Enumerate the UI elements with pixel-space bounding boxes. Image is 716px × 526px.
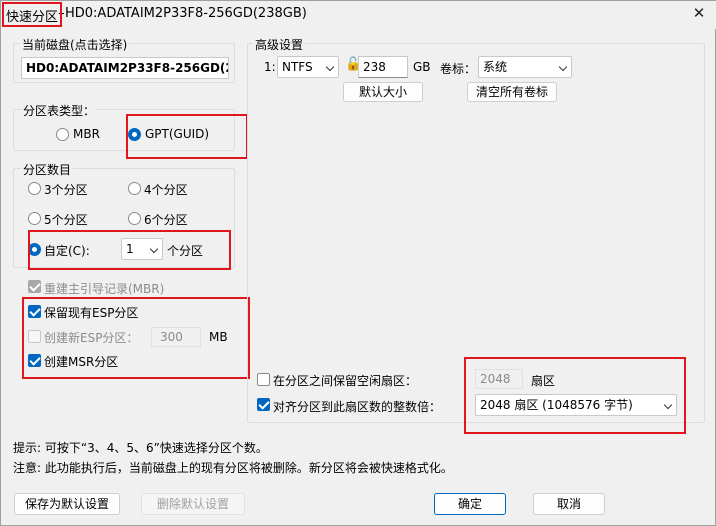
highlight-alignment-box bbox=[464, 357, 686, 434]
warning-line: 注意: 此功能执行后，当前磁盘上的现有分区将被删除。新分区将会被快速格式化。 bbox=[13, 461, 453, 475]
title-bar: 快速分区 HD0:ADATAIM2P33F8-256GD(238GB) ✕ bbox=[1, 1, 716, 29]
align-partitions-label: 对齐分区到此扇区数的整数倍： bbox=[273, 400, 442, 414]
three-partitions-radio[interactable] bbox=[28, 182, 41, 195]
reserve-free-sectors-label: 在分区之间保留空闲扇区： bbox=[273, 374, 418, 388]
highlight-options-box bbox=[22, 297, 250, 379]
volume-label-caption: 卷标： bbox=[440, 62, 477, 76]
delete-default-button[interactable]: 删除默认设置 bbox=[141, 493, 245, 515]
save-default-button[interactable]: 保存为默认设置 bbox=[14, 493, 120, 515]
rebuild-mbr-label: 重建主引导记录(MBR) bbox=[44, 282, 165, 296]
volume-label-select[interactable]: 系统 bbox=[478, 56, 572, 78]
chevron-down-icon bbox=[325, 62, 335, 72]
mbr-radio[interactable] bbox=[56, 128, 69, 141]
five-partitions-radio[interactable] bbox=[28, 212, 41, 225]
highlight-title-box bbox=[2, 2, 62, 27]
disk-group-label: 当前磁盘(点击选择) bbox=[20, 36, 130, 53]
highlight-gpt-box bbox=[126, 114, 248, 159]
dialog-title-disk: HD0:ADATAIM2P33F8-256GD(238GB) bbox=[65, 6, 307, 21]
three-partitions-label: 3个分区 bbox=[44, 183, 88, 197]
default-size-button[interactable]: 默认大小 bbox=[343, 82, 423, 102]
rebuild-mbr-checkbox[interactable] bbox=[28, 280, 41, 293]
quick-partition-dialog: 快速分区 HD0:ADATAIM2P33F8-256GD(238GB) ✕ 当前… bbox=[0, 0, 716, 526]
disk-selector[interactable]: HD0:ADATAIM2P33F8-256GD(238 bbox=[21, 57, 229, 79]
reserve-free-sectors-checkbox[interactable] bbox=[257, 373, 270, 386]
four-partitions-label: 4个分区 bbox=[144, 183, 188, 197]
filesystem-value: NTFS bbox=[282, 60, 313, 74]
mbr-label: MBR bbox=[73, 127, 100, 141]
partition-size-unit: GB bbox=[413, 60, 431, 74]
highlight-custom-box bbox=[28, 230, 231, 270]
volume-label-value: 系统 bbox=[483, 60, 508, 74]
six-partitions-label: 6个分区 bbox=[144, 213, 188, 227]
four-partitions-radio[interactable] bbox=[128, 182, 141, 195]
partition-count-label: 分区数目 bbox=[21, 161, 74, 178]
ok-button[interactable]: 确定 bbox=[434, 493, 506, 515]
filesystem-select[interactable]: NTFS bbox=[277, 56, 339, 78]
close-icon[interactable]: ✕ bbox=[691, 5, 707, 21]
chevron-down-icon bbox=[558, 62, 568, 72]
five-partitions-label: 5个分区 bbox=[44, 213, 88, 227]
advanced-settings-label: 高级设置 bbox=[253, 36, 306, 53]
clear-all-labels-button[interactable]: 清空所有卷标 bbox=[467, 82, 557, 102]
cancel-button[interactable]: 取消 bbox=[533, 493, 605, 515]
partition-type-label: 分区表类型： bbox=[21, 102, 98, 119]
partition-size-field[interactable]: 238 bbox=[358, 56, 408, 78]
six-partitions-radio[interactable] bbox=[128, 212, 141, 225]
partition-row-index: 1: bbox=[264, 60, 276, 74]
hint-line: 提示: 可按下“3、4、5、6”快速选择分区个数。 bbox=[13, 441, 268, 455]
align-partitions-checkbox[interactable] bbox=[257, 398, 270, 411]
